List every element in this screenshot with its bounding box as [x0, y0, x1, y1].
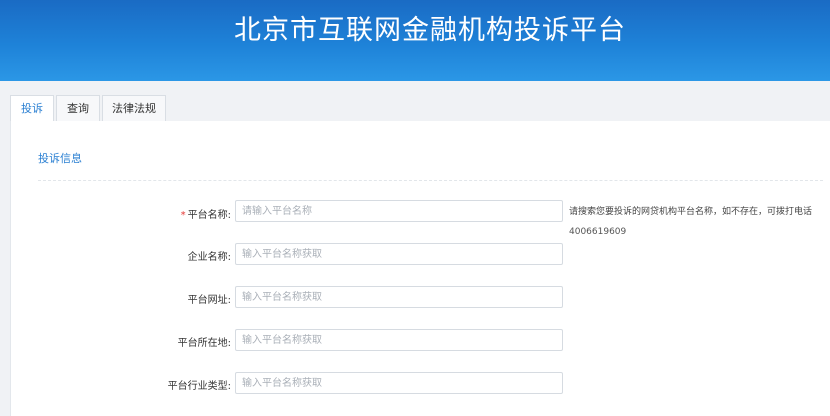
page-title: 北京市互联网金融机构投诉平台 — [234, 15, 626, 46]
platform-industry-input[interactable] — [235, 372, 563, 394]
company-name-label: 企业名称: — [187, 252, 231, 263]
required-mark: * — [180, 210, 186, 221]
tab-laws[interactable]: 法律法规 — [102, 95, 166, 122]
platform-url-input[interactable] — [235, 286, 563, 308]
tab-query[interactable]: 查询 — [56, 95, 100, 122]
platform-location-input[interactable] — [235, 329, 563, 351]
complaint-form-panel: 投诉信息 *平台名称: 请搜索您要投诉的网贷机构平台名称，如不存在，可拨打电话 … — [10, 121, 830, 416]
page-header: 北京市互联网金融机构投诉平台 — [0, 0, 830, 81]
platform-name-label-text: 平台名称: — [187, 210, 231, 221]
hint-phone: 4006619609 — [569, 227, 627, 237]
hint-text: 请搜索您要投诉的网贷机构平台名称，如不存在，可拨打电话 — [569, 207, 813, 217]
platform-location-label: 平台所在地: — [177, 338, 231, 349]
company-name-input[interactable] — [235, 243, 563, 265]
platform-url-label: 平台网址: — [187, 295, 231, 306]
tab-complaint[interactable]: 投诉 — [10, 95, 54, 123]
platform-industry-label: 平台行业类型: — [167, 381, 231, 392]
platform-search-hint: 请搜索您要投诉的网贷机构平台名称，如不存在，可拨打电话 4006619609 — [569, 202, 819, 242]
section-title: 投诉信息 — [38, 152, 82, 165]
platform-name-input[interactable] — [235, 200, 563, 222]
section-divider — [38, 180, 823, 181]
platform-name-label: * 平台名称: — [11, 206, 231, 221]
tab-bar: 投诉 查询 法律法规 — [0, 81, 830, 123]
